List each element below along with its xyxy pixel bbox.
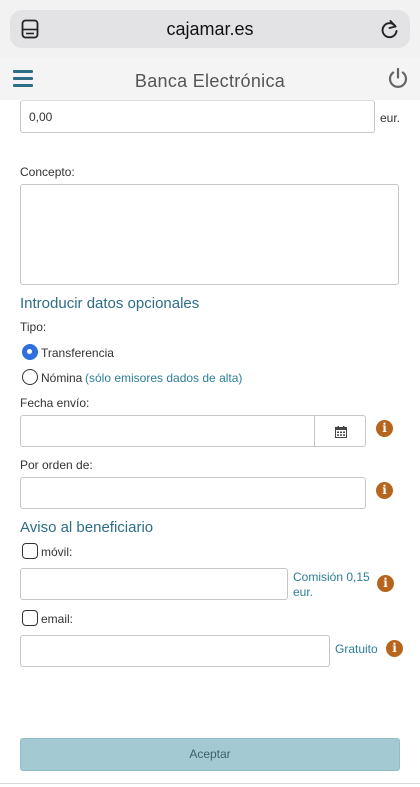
mobile-info-icon[interactable]: i <box>377 575 394 592</box>
send-date-info-icon[interactable]: i <box>376 420 393 437</box>
order-input[interactable] <box>20 477 366 509</box>
mobile-input[interactable] <box>20 568 288 600</box>
send-date-label: Fecha envío: <box>20 396 90 410</box>
type-label: Tipo: <box>20 320 47 334</box>
mobile-fee-line1: Comisión 0,15 <box>293 570 370 584</box>
order-info-icon[interactable]: i <box>376 482 393 499</box>
email-checkbox[interactable] <box>22 610 38 626</box>
concept-label: Concepto: <box>20 165 75 179</box>
send-date-input[interactable] <box>20 415 315 447</box>
email-info-icon[interactable]: i <box>386 640 403 657</box>
mobile-checkbox[interactable] <box>22 543 38 559</box>
url-text[interactable]: cajamar.es <box>10 19 410 40</box>
optional-data-title[interactable]: Introducir datos opcionales <box>20 295 199 312</box>
currency-label: eur. <box>380 111 401 125</box>
amount-input[interactable] <box>20 100 375 133</box>
email-fee: Gratuito <box>335 642 378 656</box>
notice-title: Aviso al beneficiario <box>20 519 154 536</box>
address-bar[interactable]: cajamar.es <box>10 10 410 48</box>
radio-nomina[interactable] <box>22 369 38 385</box>
radio-nomina-label[interactable]: Nómina <box>41 371 82 385</box>
mobile-label[interactable]: móvil: <box>41 545 72 559</box>
radio-transferencia-label[interactable]: Transferencia <box>41 346 114 360</box>
calendar-button[interactable] <box>314 415 366 447</box>
calendar-icon <box>335 426 347 438</box>
nomina-note: (sólo emisores dados de alta) <box>85 371 243 385</box>
concept-textarea[interactable] <box>20 184 399 285</box>
browser-toolbar: cajamar.es <box>0 0 420 58</box>
email-label[interactable]: email: <box>41 612 73 626</box>
radio-transferencia[interactable] <box>22 344 38 360</box>
power-icon[interactable] <box>387 67 409 89</box>
order-label: Por orden de: <box>20 458 93 472</box>
page-title: Banca Electrónica <box>134 71 286 91</box>
app-header: Banca Electrónica <box>0 58 420 100</box>
mobile-fee: Comisión 0,15 eur. <box>293 570 370 600</box>
accept-button[interactable]: Aceptar <box>20 738 400 771</box>
reload-icon[interactable] <box>380 18 400 40</box>
email-input[interactable] <box>20 635 330 667</box>
mobile-fee-line2: eur. <box>293 585 314 599</box>
bottom-divider <box>0 783 420 784</box>
